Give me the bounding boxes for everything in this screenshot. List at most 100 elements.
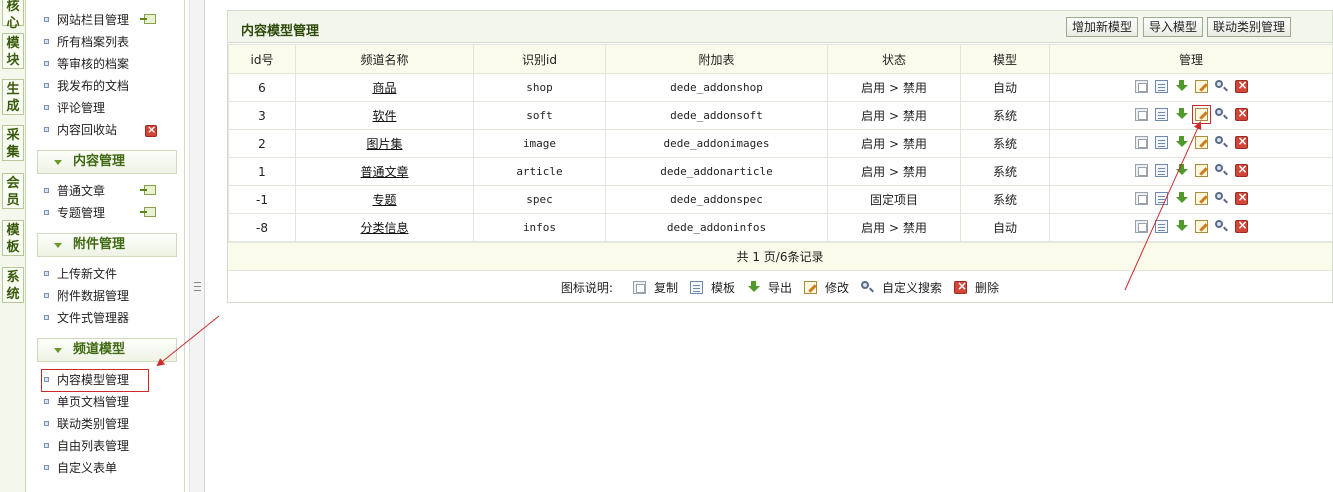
delete-icon[interactable]	[1234, 106, 1248, 121]
menu-item-custom-form[interactable]: 自定义表单	[44, 459, 117, 477]
add-article-icon[interactable]	[140, 185, 156, 195]
add-icon[interactable]	[140, 14, 156, 24]
menu-item-recycle-bin[interactable]: 内容回收站	[44, 121, 117, 139]
legend-label: 图标说明:	[560, 280, 613, 295]
template-icon[interactable]	[1154, 191, 1168, 205]
channel-name-link[interactable]: 普通文章	[360, 165, 408, 179]
menu-group-content[interactable]: 内容管理	[37, 150, 177, 174]
cell-nid: soft	[473, 101, 606, 130]
copy-icon[interactable]	[1134, 79, 1148, 93]
template-icon[interactable]	[1154, 219, 1168, 233]
menu-item-column-manage[interactable]: 网站栏目管理	[44, 11, 129, 29]
copy-icon[interactable]	[1134, 163, 1148, 177]
copy-icon[interactable]	[1134, 107, 1148, 121]
search-icon[interactable]	[1214, 191, 1228, 205]
menu-item-linkage[interactable]: 联动类别管理	[44, 415, 129, 433]
menu-item-comments[interactable]: 评论管理	[44, 99, 105, 117]
channel-name-link[interactable]: 软件	[372, 109, 396, 123]
delete-icon[interactable]	[1234, 190, 1248, 205]
edit-icon	[804, 280, 818, 294]
status-toggle[interactable]: 启用 > 禁用	[861, 137, 927, 151]
menu-item-pending-archives[interactable]: 等审核的档案	[44, 55, 129, 73]
status-toggle[interactable]: 启用 > 禁用	[861, 81, 927, 95]
edit-icon[interactable]	[1194, 191, 1208, 205]
tab-core[interactable]: 核心	[2, 0, 24, 31]
copy-icon[interactable]	[1134, 191, 1148, 205]
menu-item-all-archives[interactable]: 所有档案列表	[44, 33, 129, 51]
copy-icon[interactable]	[1134, 219, 1148, 233]
splitter-handle-icon[interactable]	[194, 282, 201, 291]
delete-icon[interactable]	[1234, 78, 1248, 93]
edit-icon[interactable]	[1191, 104, 1211, 124]
menu-item-upload[interactable]: 上传新文件	[44, 265, 117, 283]
search-icon[interactable]	[1214, 79, 1228, 93]
col-header-status: 状态	[827, 44, 961, 74]
edit-icon[interactable]	[1194, 163, 1208, 177]
empty-bin-icon[interactable]	[145, 123, 157, 137]
menu-item-free-list[interactable]: 自由列表管理	[44, 437, 129, 455]
edit-icon[interactable]	[1194, 135, 1208, 149]
export-icon[interactable]	[1175, 191, 1188, 205]
export-icon[interactable]	[1175, 107, 1188, 121]
delete-icon[interactable]	[1234, 218, 1248, 233]
channel-name-link[interactable]: 图片集	[366, 137, 402, 151]
tab-modules[interactable]: 模块	[2, 33, 24, 69]
copy-icon	[632, 280, 646, 294]
tab-collect[interactable]: 采集	[2, 125, 24, 161]
col-header-channel-name: 频道名称	[295, 44, 474, 74]
status-toggle[interactable]: 启用 > 禁用	[861, 221, 927, 235]
legend-text-template: 模板	[710, 280, 735, 295]
menu-item-my-docs[interactable]: 我发布的文档	[44, 77, 129, 95]
menu-item-content-model[interactable]: 内容模型管理	[44, 371, 129, 389]
template-icon[interactable]	[1154, 79, 1168, 93]
search-icon[interactable]	[1214, 107, 1228, 121]
panel-splitter[interactable]	[189, 0, 205, 492]
pagination-info: 共 1 页/6条记录	[228, 242, 1332, 271]
export-icon[interactable]	[1175, 135, 1188, 149]
template-icon[interactable]	[1154, 135, 1168, 149]
status-toggle[interactable]: 启用 > 禁用	[861, 109, 927, 123]
template-icon[interactable]	[1154, 163, 1168, 177]
delete-icon[interactable]	[1234, 134, 1248, 149]
menu-item-single-page[interactable]: 单页文档管理	[44, 393, 129, 411]
cell-nid: infos	[473, 213, 606, 242]
edit-icon[interactable]	[1194, 219, 1208, 233]
export-icon[interactable]	[1175, 219, 1188, 233]
tab-templates[interactable]: 模板	[2, 220, 24, 256]
edit-icon[interactable]	[1194, 79, 1208, 93]
cell-nid: shop	[473, 73, 606, 102]
menu-group-channel-model[interactable]: 频道模型	[37, 338, 177, 362]
tab-system[interactable]: 系统	[2, 267, 24, 303]
search-icon[interactable]	[1214, 219, 1228, 233]
cell-addon-table: dede_addonshop	[605, 73, 828, 102]
tab-members[interactable]: 会员	[2, 173, 24, 209]
cell-actions	[1049, 157, 1333, 186]
status-toggle: 固定项目	[869, 193, 918, 207]
cell-actions	[1049, 101, 1333, 130]
add-topic-icon[interactable]	[140, 207, 156, 217]
cell-status: 启用 > 禁用	[827, 101, 961, 130]
search-icon[interactable]	[1214, 163, 1228, 177]
status-toggle[interactable]: 启用 > 禁用	[861, 165, 927, 179]
search-icon[interactable]	[1214, 135, 1228, 149]
menu-item-topics[interactable]: 专题管理	[44, 204, 105, 222]
export-icon	[747, 280, 760, 294]
channel-name-link[interactable]: 商品	[372, 81, 396, 95]
export-icon[interactable]	[1175, 163, 1188, 177]
add-model-button[interactable]: 增加新模型	[1066, 17, 1139, 37]
delete-icon[interactable]	[1234, 162, 1248, 177]
tab-generate[interactable]: 生成	[2, 79, 24, 115]
legend-text-delete: 删除	[975, 280, 1000, 295]
menu-item-attach-data[interactable]: 附件数据管理	[44, 287, 129, 305]
channel-name-link[interactable]: 专题	[372, 193, 396, 207]
menu-item-file-manager[interactable]: 文件式管理器	[44, 309, 129, 327]
copy-icon[interactable]	[1134, 135, 1148, 149]
linkage-manage-button[interactable]: 联动类别管理	[1207, 17, 1292, 37]
channel-name-link[interactable]: 分类信息	[360, 221, 408, 235]
module-tab-strip: 核心 模块 生成 采集 会员 模板 系统	[0, 0, 26, 492]
menu-group-attachments[interactable]: 附件管理	[37, 233, 177, 257]
export-icon[interactable]	[1175, 79, 1188, 93]
template-icon[interactable]	[1154, 107, 1168, 121]
import-model-button[interactable]: 导入模型	[1143, 17, 1204, 37]
menu-item-article[interactable]: 普通文章	[44, 182, 105, 200]
